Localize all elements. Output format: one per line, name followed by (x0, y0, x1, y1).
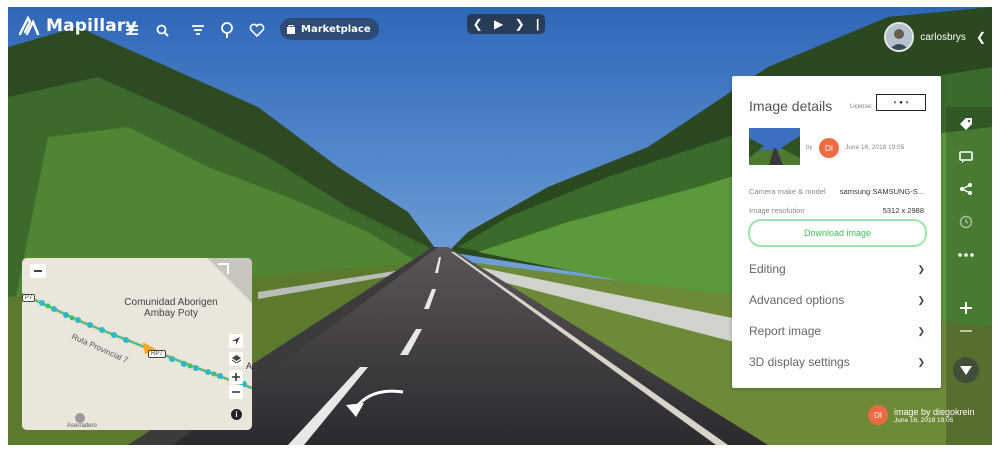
info-icon: i (235, 410, 238, 419)
cc-license-badge[interactable]: ◐ ● ◑ (876, 94, 926, 111)
filter-icon (192, 25, 204, 35)
minimap-collapse-button[interactable] (30, 264, 46, 278)
street-view-viewer[interactable]: Mapillary Marketplace ❮ ▶ ❯ | carlosbrys… (8, 7, 992, 445)
compass-button[interactable] (953, 357, 979, 383)
favorites-button[interactable] (244, 17, 270, 43)
download-image-button[interactable]: Download image (748, 219, 927, 247)
place-label: Comunidad Aborigen Ambay Poty (116, 297, 226, 319)
section-3d-display-settings[interactable]: 3D display settings ❯ (749, 355, 925, 369)
by-icon: ● (899, 99, 903, 106)
marketplace-button[interactable]: Marketplace (280, 18, 379, 40)
poi-label: Aserradero (67, 423, 97, 429)
minimap[interactable]: Comunidad Aborigen Ambay Poty Ruta Provi… (22, 258, 252, 430)
chevron-down-icon: ❯ (917, 294, 925, 305)
plus-icon (232, 373, 240, 381)
sequence-player: ❮ ▶ ❯ | (467, 14, 545, 34)
heart-icon (249, 23, 265, 37)
user-menu[interactable]: carlosbrys ❮ (884, 22, 986, 52)
tag-button[interactable] (958, 116, 974, 132)
username: carlosbrys (920, 31, 966, 43)
menu-button[interactable] (119, 17, 145, 43)
place-line1: Comunidad Aborigen (124, 297, 218, 308)
layers-button[interactable] (229, 352, 243, 366)
clock-icon (959, 215, 973, 229)
divider-icon: | (535, 17, 540, 31)
section-advanced-options[interactable]: Advanced options ❯ (749, 293, 925, 307)
image-by-label[interactable]: image by diegokrein (894, 407, 975, 417)
image-thumbnail[interactable] (749, 128, 800, 165)
thumbnail-image (749, 128, 800, 165)
minus-icon (232, 391, 240, 393)
search-icon (156, 24, 169, 37)
more-options-button[interactable] (958, 247, 974, 263)
comment-icon (959, 150, 973, 163)
more-icon (958, 253, 974, 257)
traffic-sign-button[interactable] (214, 17, 240, 43)
resolution-value: 5312 x 2988 (882, 206, 924, 215)
map-zoom-out-button[interactable] (229, 385, 243, 399)
minus-icon (34, 270, 42, 272)
share-icon (960, 183, 972, 195)
traffic-sign-icon (221, 22, 233, 38)
road-shield-p7: P7 (22, 294, 36, 302)
marketplace-label: Marketplace (301, 23, 371, 35)
comment-button[interactable] (958, 149, 974, 165)
navigation-arrow-icon (232, 337, 240, 345)
avatar[interactable] (884, 22, 915, 52)
section-editing[interactable]: Editing ❯ (749, 262, 925, 276)
layers-icon (231, 355, 241, 363)
place-line2: Ambay Poty (144, 308, 198, 319)
chevron-down-icon: ❯ (917, 356, 925, 367)
chevron-right-icon[interactable]: ❯ (515, 17, 525, 31)
user-photo (886, 24, 913, 50)
expand-map-button[interactable] (230, 264, 244, 278)
bag-icon (287, 24, 295, 34)
plus-icon (960, 302, 972, 314)
camera-value: samsung SAMSUNG-S... (839, 187, 924, 196)
by-label: by (806, 145, 813, 151)
locate-button[interactable] (229, 334, 243, 348)
image-details-panel: Image details License: ◐ ● ◑ by DI June … (732, 76, 941, 388)
section-label: Advanced options (749, 293, 845, 307)
section-label: Editing (749, 262, 786, 276)
map-info-button[interactable]: i (231, 409, 242, 420)
chevron-left-icon[interactable]: ❮ (473, 17, 483, 31)
capture-date: June 16, 2018 19:05 (845, 144, 905, 151)
chevron-down-icon: ❯ (917, 263, 925, 274)
zoom-out-button[interactable] (958, 323, 974, 339)
edge-label: A (246, 361, 252, 371)
camera-label: Camera make & model (749, 187, 826, 196)
zoom-in-button[interactable] (958, 300, 974, 316)
search-button[interactable] (149, 17, 175, 43)
tag-icon (960, 118, 972, 130)
sa-icon: ◑ (904, 99, 909, 106)
play-icon[interactable]: ▶ (494, 17, 503, 31)
map-zoom-in-button[interactable] (229, 370, 243, 384)
section-report-image[interactable]: Report image ❯ (749, 324, 925, 338)
mapillary-logo-icon (18, 16, 40, 36)
cc-icon: ◐ (893, 99, 898, 106)
filter-button[interactable] (185, 17, 211, 43)
section-label: 3D display settings (749, 355, 850, 369)
hamburger-icon (126, 25, 138, 35)
credit-date: June 16, 2018 19:05 (894, 416, 954, 424)
author-avatar[interactable]: DI (819, 138, 839, 158)
minimap-canvas[interactable] (22, 258, 252, 430)
image-credit[interactable]: DI image by diegokrein June 16, 2018 19:… (868, 405, 975, 425)
road-shield-rp7: RP7 (148, 350, 166, 358)
resolution-label: Image resolution (749, 206, 805, 215)
share-button[interactable] (958, 181, 974, 197)
section-label: Report image (749, 324, 822, 338)
license-label: License: (850, 104, 873, 110)
history-button[interactable] (958, 214, 974, 230)
author-avatar[interactable]: DI (868, 405, 888, 425)
panel-title: Image details (749, 98, 833, 114)
chevron-left-icon[interactable]: ❮ (976, 30, 986, 44)
compass-icon (960, 366, 972, 375)
minus-icon (960, 330, 972, 332)
chevron-down-icon: ❯ (917, 325, 925, 336)
